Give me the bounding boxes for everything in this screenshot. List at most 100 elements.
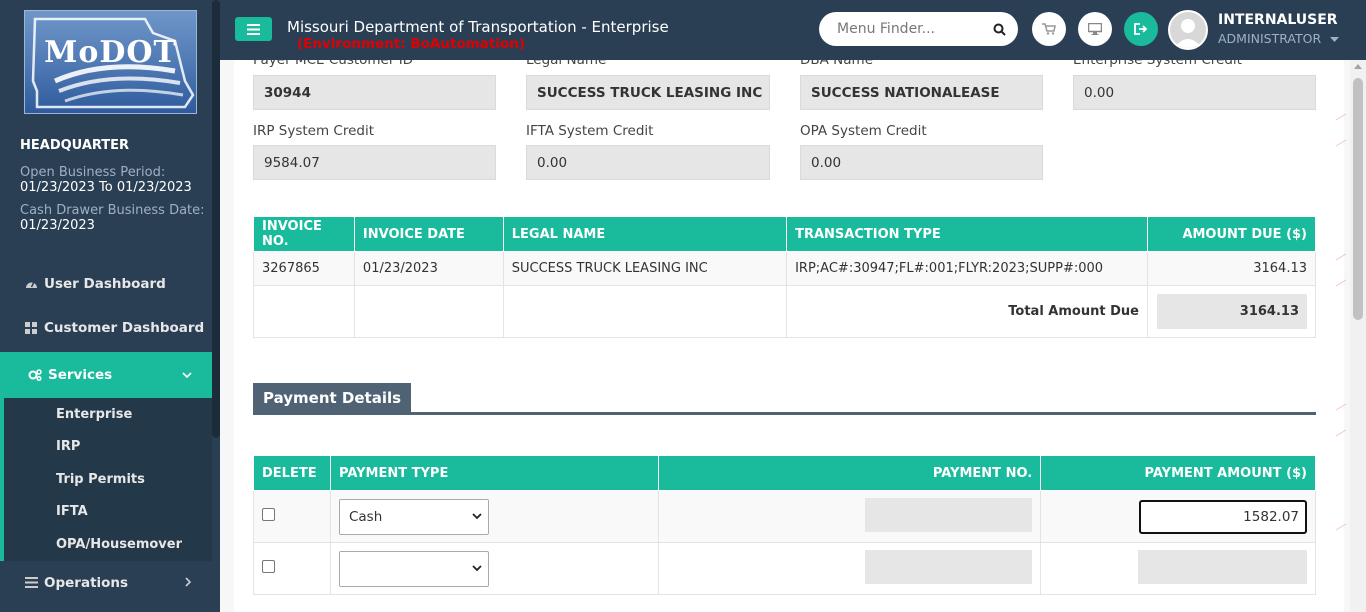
services-submenu: Enterprise IRP Trip Permits IFTA OPA/Hou… <box>0 398 212 561</box>
legal-name-cell: SUCCESS TRUCK LEASING INC <box>502 251 788 286</box>
submenu-item-irp[interactable]: IRP <box>4 431 212 464</box>
user-role[interactable]: ADMINISTRATOR <box>1218 31 1340 46</box>
logo-text: MoDOT <box>44 35 177 70</box>
modot-logo[interactable]: MoDOT <box>24 10 197 114</box>
menu-toggle-button[interactable] <box>235 17 272 41</box>
delete-checkbox[interactable] <box>262 560 275 573</box>
payment-no-input[interactable] <box>865 497 1033 532</box>
search-icon[interactable] <box>993 23 1006 36</box>
page-scrollbar[interactable] <box>1350 60 1366 612</box>
chevron-down-icon <box>182 367 192 383</box>
cash-drawer-value: 01/23/2023 <box>20 218 95 233</box>
chevron-right-icon <box>185 575 192 591</box>
sidebar-nav: User Dashboard Customer Dashboard Servic… <box>0 262 212 605</box>
open-period-label: Open Business Period: <box>20 165 166 180</box>
cart-button[interactable] <box>1032 12 1066 46</box>
col-payment-no[interactable]: PAYMENT NO. <box>657 455 1042 491</box>
payment-type-select[interactable]: Cash <box>338 498 489 535</box>
list-icon <box>24 577 38 588</box>
table-row[interactable]: 3267865 01/23/2023 SUCCESS TRUCK LEASING… <box>253 251 1317 286</box>
logout-button[interactable] <box>1124 12 1158 46</box>
scroll-up-icon[interactable] <box>1354 64 1362 69</box>
hamburger-icon <box>247 23 260 35</box>
col-payment-type[interactable]: PAYMENT TYPE <box>329 455 659 491</box>
irp-credit-label: IRP System Credit <box>253 123 375 139</box>
decorative-chevrons <box>1335 113 1347 531</box>
payment-table: DELETE PAYMENT TYPE PAYMENT NO. PAYMENT … <box>253 455 1316 595</box>
grid-icon <box>24 322 38 334</box>
dashboard-icon <box>24 278 38 290</box>
submenu-item-enterprise[interactable]: Enterprise <box>4 398 212 431</box>
desktop-button[interactable] <box>1078 12 1112 46</box>
payment-amount-input[interactable] <box>1138 549 1307 584</box>
user-name[interactable]: INTERNALUSER <box>1218 12 1338 28</box>
enterprise-credit-label: Enterprise System Credit <box>1073 60 1242 68</box>
payment-details-tab[interactable]: Payment Details <box>253 383 412 413</box>
opa-credit-field[interactable]: 0.00 <box>800 145 1043 180</box>
sign-out-icon <box>1134 23 1148 35</box>
sidebar-item-operations[interactable]: Operations <box>0 561 212 605</box>
sidebar-item-services[interactable]: Services <box>0 352 212 398</box>
payment-no-input[interactable] <box>865 549 1033 584</box>
chevron-down-icon <box>472 513 482 520</box>
table-row <box>253 542 1316 595</box>
invoice-date-cell: 01/23/2023 <box>353 251 504 286</box>
environment-label: (Environment: BoAutomation) <box>297 36 526 52</box>
desktop-icon <box>1088 23 1102 35</box>
sidebar-item-label: Operations <box>44 574 129 591</box>
top-navbar: Missouri Department of Transportation - … <box>220 0 1366 60</box>
col-transaction-type[interactable]: TRANSACTION TYPE <box>786 216 1148 252</box>
total-amount-label: Total Amount Due <box>786 285 1148 338</box>
avatar[interactable] <box>1168 10 1208 50</box>
sidebar-item-customer-dashboard[interactable]: Customer Dashboard <box>0 306 212 350</box>
payment-type-value: Cash <box>348 508 383 525</box>
sidebar-item-label: User Dashboard <box>44 276 166 292</box>
col-delete[interactable]: DELETE <box>253 455 331 491</box>
col-invoice-no[interactable]: INVOICE NO. <box>253 216 355 252</box>
ifta-credit-field[interactable]: 0.00 <box>526 145 770 180</box>
amount-due-cell: 3164.13 <box>1146 251 1317 286</box>
app-title: Missouri Department of Transportation - … <box>287 18 669 36</box>
scrollbar-thumb[interactable] <box>1353 78 1363 320</box>
user-silhouette-icon <box>1174 19 1202 48</box>
invoice-no-cell: 3267865 <box>253 251 355 286</box>
total-row: Total Amount Due 3164.13 <box>253 285 1317 338</box>
caret-down-icon <box>1330 37 1340 42</box>
chevron-down-icon <box>472 565 482 572</box>
dba-label: DBA Name <box>800 60 874 68</box>
col-legal-name[interactable]: LEGAL NAME <box>502 216 788 252</box>
invoice-table: INVOICE NO. INVOICE DATE LEGAL NAME TRAN… <box>253 216 1317 338</box>
location-name: HEADQUARTER <box>20 138 130 153</box>
col-payment-amount[interactable]: PAYMENT AMOUNT ($) <box>1040 455 1316 491</box>
sidebar: MoDOT HEADQUARTER Open Business Period: … <box>0 0 220 612</box>
menu-finder-placeholder: Menu Finder... <box>837 21 936 37</box>
sidebar-item-user-dashboard[interactable]: User Dashboard <box>0 262 212 306</box>
payer-id-field[interactable]: 30944 <box>253 75 496 110</box>
total-amount-value: 3164.13 <box>1157 294 1307 329</box>
menu-finder-input[interactable]: Menu Finder... <box>819 12 1018 46</box>
sidebar-scrollbar[interactable] <box>212 0 220 438</box>
col-invoice-date[interactable]: INVOICE DATE <box>353 216 504 252</box>
ifta-credit-label: IFTA System Credit <box>526 123 654 139</box>
table-row: Cash 1582.07 <box>253 490 1316 543</box>
cart-icon <box>1042 23 1056 35</box>
submenu-item-ifta[interactable]: IFTA <box>4 496 212 529</box>
irp-credit-field[interactable]: 9584.07 <box>253 145 496 180</box>
cash-drawer-label: Cash Drawer Business Date: <box>20 203 205 218</box>
enterprise-credit-field[interactable]: 0.00 <box>1073 75 1316 110</box>
business-info: HEADQUARTER Open Business Period: 01/23/… <box>20 138 210 241</box>
payment-amount-input[interactable]: 1582.07 <box>1139 499 1307 534</box>
payment-type-select[interactable] <box>338 550 489 587</box>
dba-field[interactable]: SUCCESS NATIONALEASE <box>800 75 1043 110</box>
submenu-item-trip-permits[interactable]: Trip Permits <box>4 463 212 496</box>
sidebar-item-label: Customer Dashboard <box>44 320 205 336</box>
open-period-value: 01/23/2023 To 01/23/2023 <box>20 180 192 195</box>
submenu-item-opa-housemover[interactable]: OPA/Housemover <box>4 528 212 561</box>
sidebar-item-label: Services <box>48 367 113 383</box>
table-header-row: INVOICE NO. INVOICE DATE LEGAL NAME TRAN… <box>253 216 1317 252</box>
legal-name-field[interactable]: SUCCESS TRUCK LEASING INC <box>526 75 770 110</box>
delete-checkbox[interactable] <box>262 508 275 521</box>
user-role-text: ADMINISTRATOR <box>1218 31 1322 46</box>
col-amount-due[interactable]: AMOUNT DUE ($) <box>1146 216 1317 252</box>
section-divider <box>253 412 1316 415</box>
